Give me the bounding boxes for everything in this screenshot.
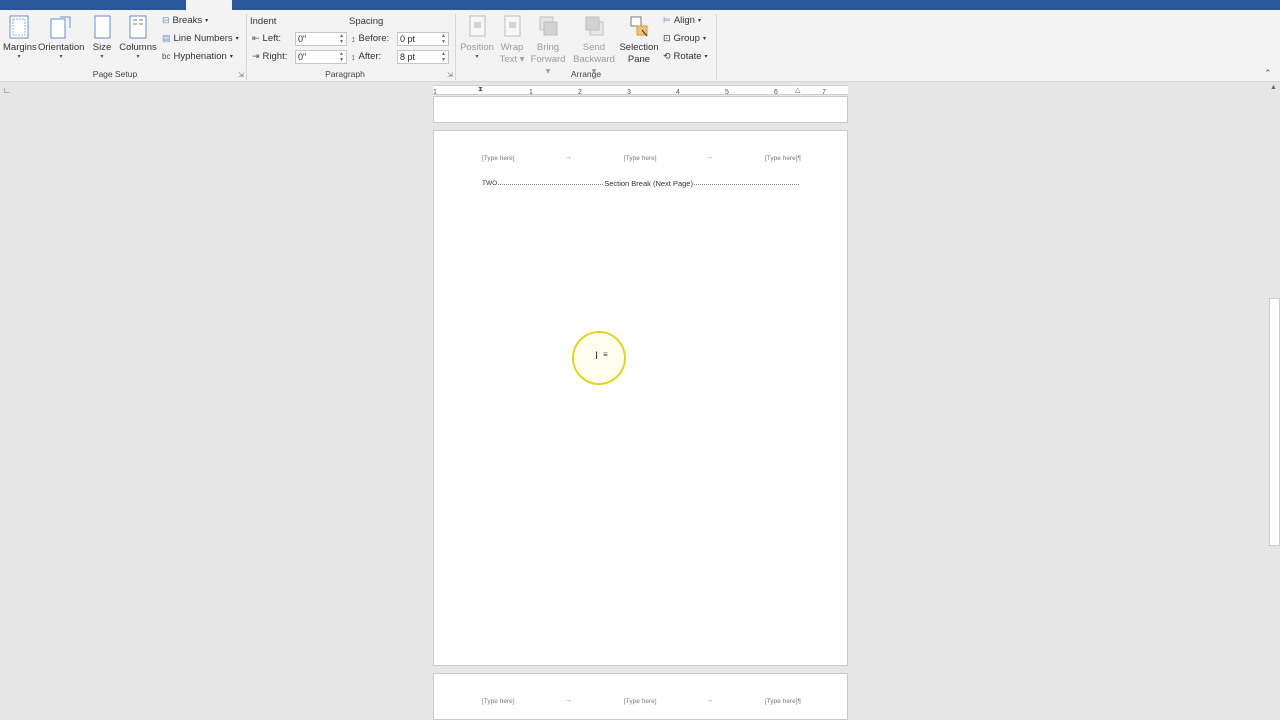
spacing-label: Spacing [349,16,384,27]
scroll-up-icon[interactable]: ▲ [1270,84,1277,91]
spacing-after-field[interactable]: 8 pt ▲ ▼ [397,50,449,64]
tab-layout[interactable] [186,0,232,10]
spinner-icon[interactable]: ▲ ▼ [339,33,344,45]
indent-right-field[interactable]: 0" ▲ ▼ [295,50,347,64]
paragraph-group-label: Paragraph [325,69,365,79]
section-text: TWO [482,179,498,187]
send-backward-icon [585,16,604,36]
header-left-placeholder[interactable]: [Type here] [482,698,515,705]
orientation-button[interactable]: Orientation ▾ [38,14,84,61]
page-setup-launcher-icon[interactable]: ⇲ [238,71,244,79]
collapse-ribbon-icon[interactable]: ⌃ [1264,68,1272,79]
header-left-placeholder[interactable]: [Type here] [482,155,515,162]
mouse-highlight-ring [572,331,626,385]
chevron-down-icon: ▾ [136,54,140,60]
paragraph-align-icon: ≡ [603,350,608,359]
selection-pane-button[interactable]: Selection Pane [619,14,659,66]
breaks-icon: ⊟ [162,15,170,25]
horizontal-ruler[interactable]: 1 1 2 3 4 5 6 7 ⧗ △ [433,85,848,96]
page-current[interactable]: [Type here] → [Type here] → [Type here]¶… [433,130,848,666]
paragraph-launcher-icon[interactable]: ⇲ [447,71,453,79]
tab-arrow-mark: → [565,697,572,704]
chevron-down-icon: ▾ [704,54,708,60]
bring-forward-icon [539,16,558,36]
chevron-down-icon: ▾ [235,36,239,42]
tab-arrow-mark: → [706,154,713,161]
spacing-after-icon: ↕ [351,51,356,62]
text-cursor-icon: I [595,350,599,362]
group-icon: ⊡ [663,33,671,43]
spacing-before-icon: ↕ [351,33,356,44]
indent-left-icon: ⇤ [252,33,260,43]
orientation-icon [50,16,71,39]
section-break-dots [693,181,799,185]
breaks-button[interactable]: ⊟ Breaks ▾ [162,15,208,26]
position-icon [469,15,486,37]
columns-icon [129,15,147,39]
spacing-before-label: ↕ Before: [351,33,390,44]
tab-arrow-mark: → [706,697,713,704]
hyphenation-button[interactable]: bc Hyphenation ▾ [162,51,233,62]
align-icon: ⊨ [663,15,671,25]
header-center-placeholder[interactable]: [Type here] [624,698,657,705]
page-setup-group-label: Page Setup [92,69,138,79]
size-button[interactable]: Size ▾ [90,14,114,61]
scrollbar-thumb[interactable] [1269,298,1280,546]
wrap-text-button[interactable]: Wrap Text ▾ [497,14,527,66]
columns-button[interactable]: Columns ▾ [118,14,158,61]
spacing-after-label: ↕ After: [351,51,382,62]
indent-right-label: ⇥ Right: [252,51,288,62]
group-button[interactable]: ⊡ Group ▾ [663,33,706,44]
indent-left-field[interactable]: 0" ▲ ▼ [295,32,347,46]
section-break-line[interactable]: TWO Section Break (Next Page) [482,178,800,188]
indent-right-icon: ⇥ [252,51,260,61]
title-bar [0,0,1280,10]
tab-selector-icon[interactable]: ∟ [3,86,11,95]
chevron-down-icon: ▾ [702,36,706,42]
margins-button[interactable]: Margins ▾ [3,14,37,61]
spinner-icon[interactable]: ▲ ▼ [441,51,446,63]
spacing-before-field[interactable]: 0 pt ▲ ▼ [397,32,449,46]
indent-marker-icon[interactable]: ⧗ [478,86,483,94]
right-indent-marker-icon[interactable]: △ [795,86,800,94]
tab-arrow-mark: → [565,154,572,161]
rotate-icon: ⟲ [663,51,671,61]
spinner-icon[interactable]: ▲ ▼ [339,51,344,63]
chevron-down-icon: ▾ [205,18,209,24]
group-divider [455,14,456,80]
header-center-placeholder[interactable]: [Type here] [624,155,657,162]
margins-icon [9,15,29,39]
chevron-down-icon: ▾ [17,54,21,60]
page-previous [433,96,848,123]
hyphenation-icon: bc [162,52,171,61]
group-divider [246,14,247,80]
chevron-down-icon: ▾ [697,18,701,24]
wrap-text-icon [504,15,521,37]
chevron-down-icon: ▾ [59,54,63,60]
page-size-icon [94,15,111,39]
position-button[interactable]: Position ▾ [459,14,495,61]
selection-pane-icon [630,16,648,37]
chevron-down-icon: ▾ [475,54,479,60]
page-next[interactable]: [Type here] → [Type here] → [Type here]¶ [433,673,848,720]
line-numbers-button[interactable]: ▤ Line Numbers ▾ [162,33,239,44]
chevron-down-icon: ▾ [229,54,233,60]
ribbon: Margins ▾ Orientation ▾ Size ▾ Columns ▾… [0,10,1280,82]
group-divider [716,14,717,80]
arrange-group-label: Arrange [570,69,602,79]
header-right-placeholder[interactable]: [Type here]¶ [765,155,801,162]
section-break-dots [498,181,604,185]
spinner-icon[interactable]: ▲ ▼ [441,33,446,45]
align-button[interactable]: ⊨ Align ▾ [663,15,701,26]
section-break-label: Section Break (Next Page) [604,178,693,188]
indent-label: Indent [250,16,277,27]
line-numbers-icon: ▤ [162,33,171,43]
rotate-button[interactable]: ⟲ Rotate ▾ [663,51,708,62]
chevron-down-icon: ▾ [100,54,104,60]
header-right-placeholder[interactable]: [Type here]¶ [765,698,801,705]
indent-left-label: ⇤ Left: [252,33,282,44]
